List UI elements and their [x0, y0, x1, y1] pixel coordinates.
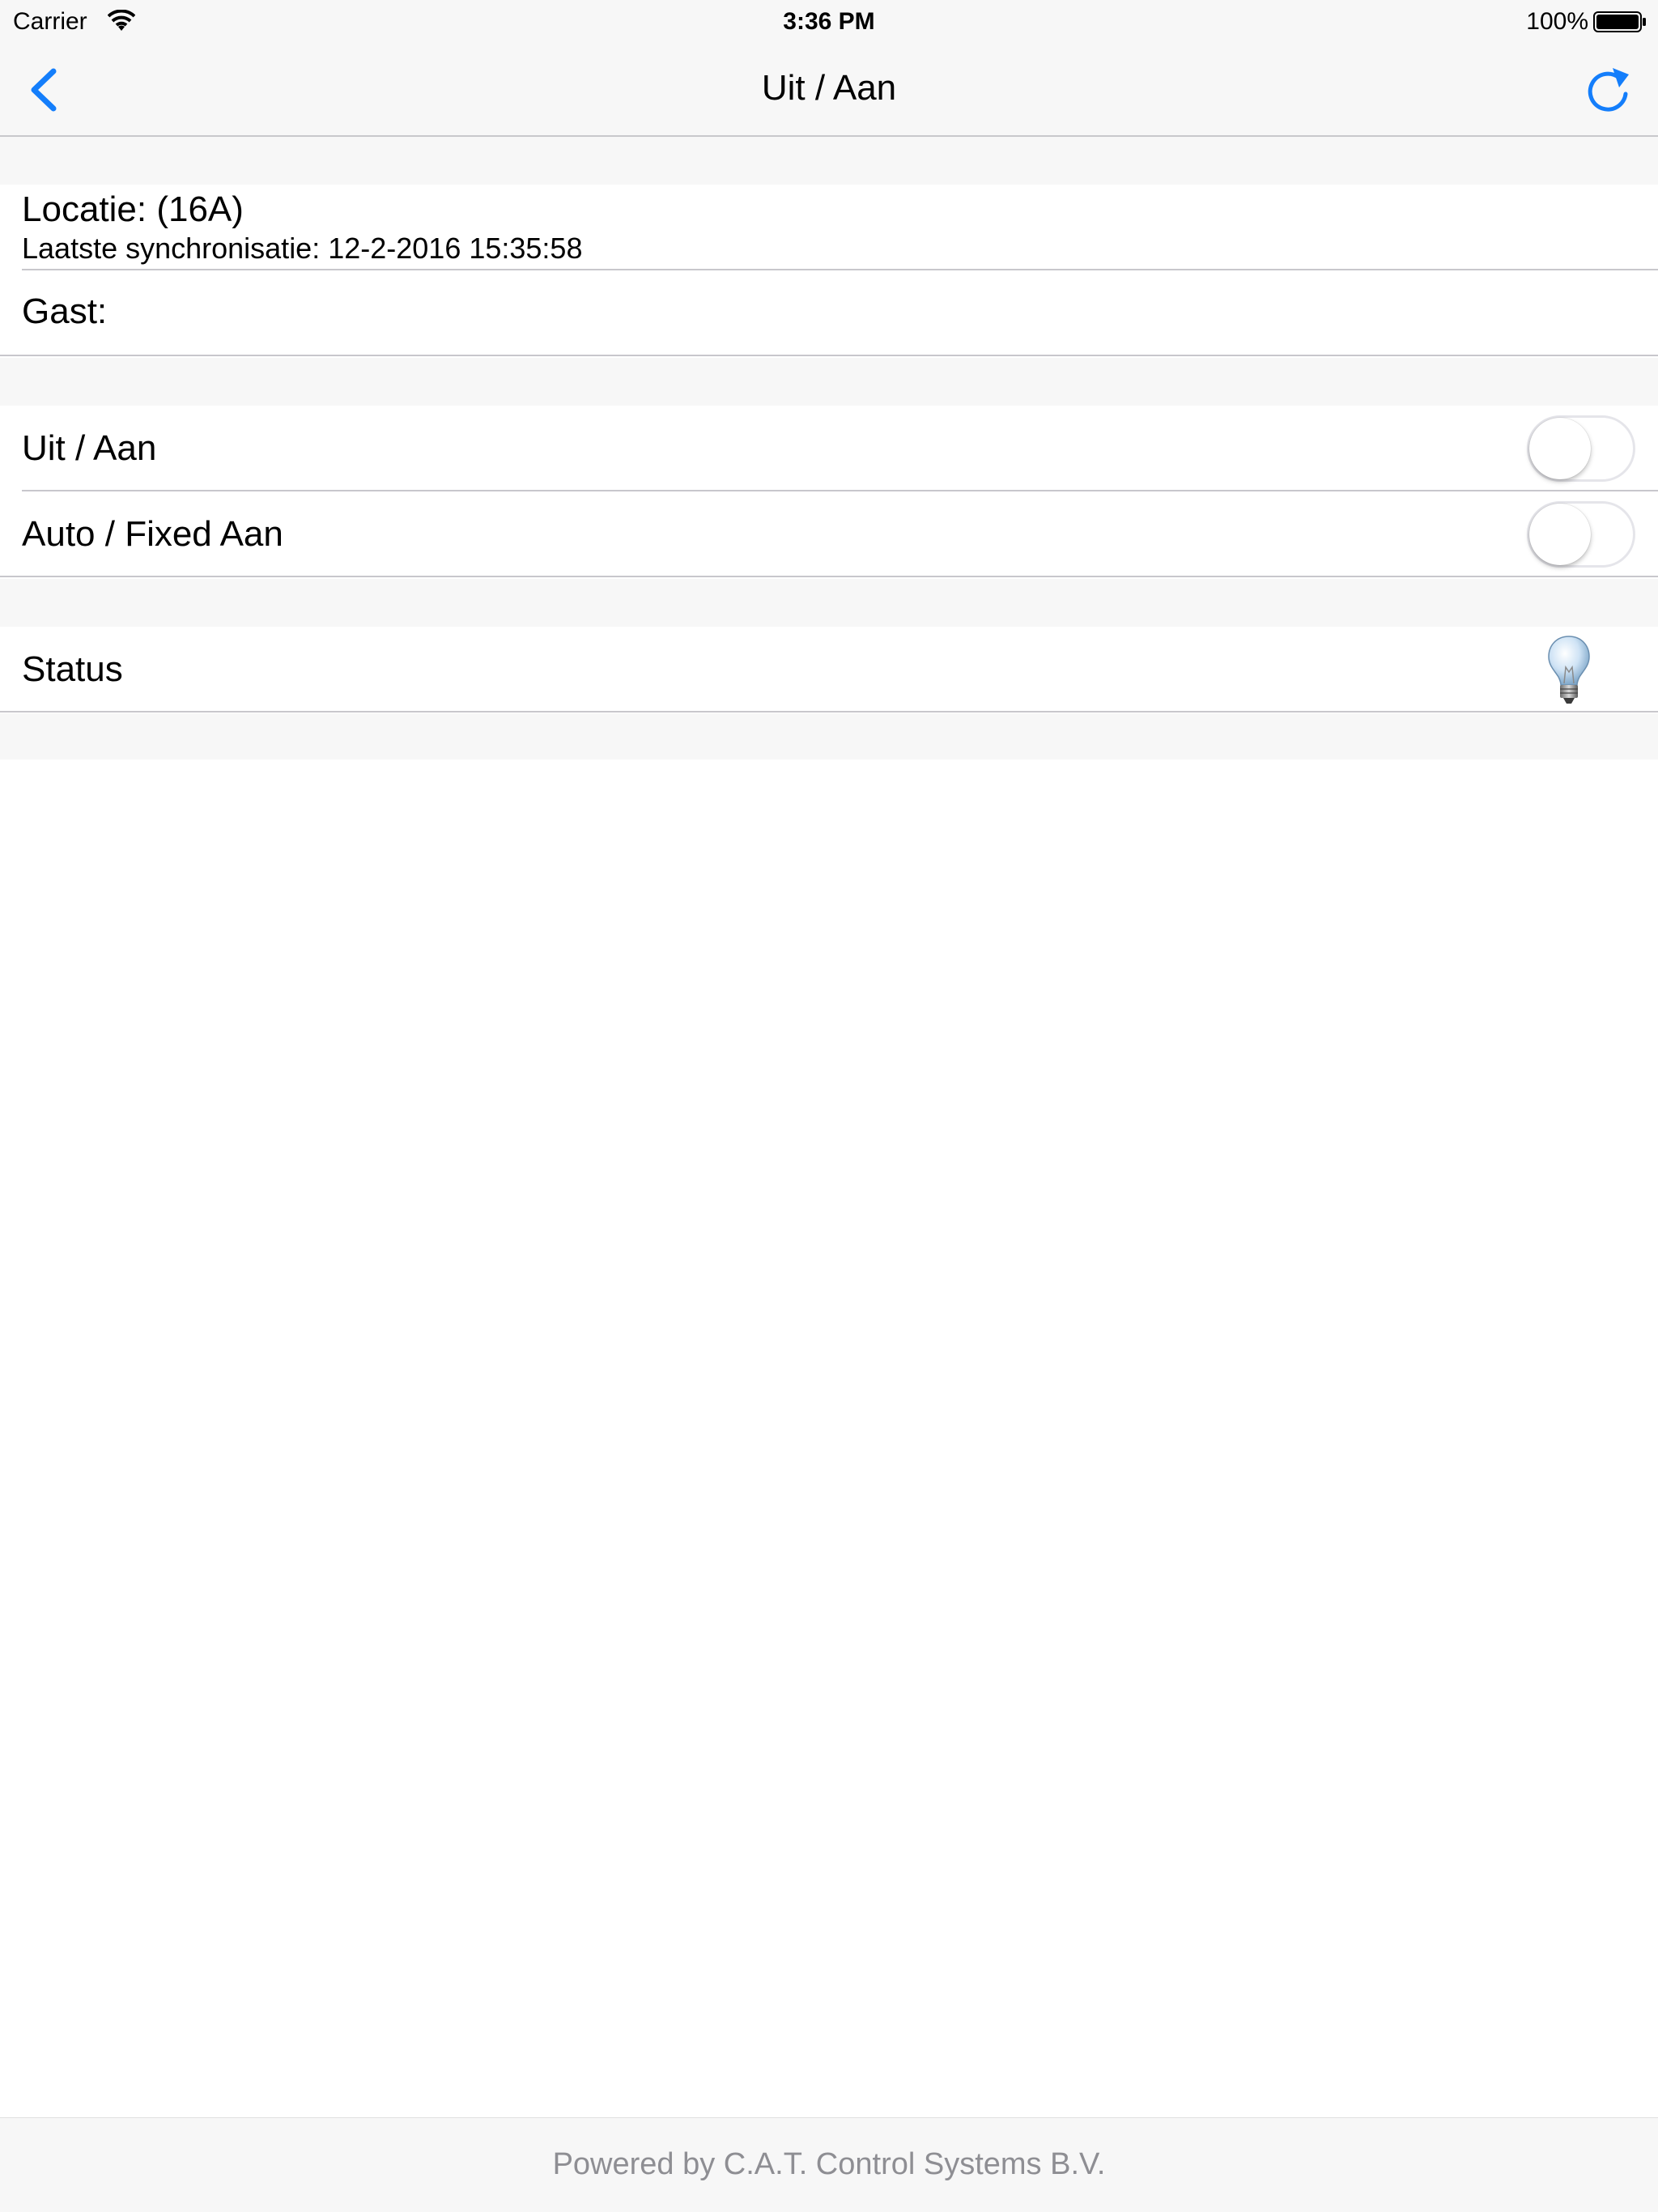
toggle-knob	[1529, 504, 1591, 565]
battery-percentage: 100%	[1526, 8, 1588, 35]
power-toggle-cell: Uit / Aan	[0, 406, 1658, 491]
refresh-icon[interactable]	[1584, 63, 1632, 115]
separator	[0, 711, 1658, 713]
last-sync-text: Laatste synchronisatie: 12-2-2016 15:35:…	[22, 232, 583, 265]
section-gap	[0, 358, 1658, 406]
toggle-knob	[1529, 418, 1591, 479]
status-label: Status	[22, 649, 123, 689]
clock: 3:36 PM	[783, 8, 875, 35]
controls-section: Uit / Aan Auto / Fixed Aan	[0, 406, 1658, 579]
footer-credit: Powered by C.A.T. Control Systems B.V.	[552, 2147, 1106, 2181]
separator	[0, 355, 1658, 356]
auto-fixed-toggle-cell: Auto / Fixed Aan	[0, 491, 1658, 577]
auto-fixed-toggle-label: Auto / Fixed Aan	[22, 514, 283, 554]
auto-fixed-toggle-switch[interactable]	[1527, 501, 1635, 568]
footer: Powered by C.A.T. Control Systems B.V.	[0, 2117, 1658, 2212]
guest-label: Gast:	[22, 291, 108, 331]
status-section: Status	[0, 627, 1658, 713]
guest-cell: Gast:	[0, 270, 1658, 356]
section-gap	[0, 137, 1658, 185]
battery-icon	[1593, 11, 1646, 32]
section-gap	[0, 579, 1658, 627]
status-cell: Status	[0, 627, 1658, 713]
navigation-bar: Uit / Aan	[0, 44, 1658, 137]
lightbulb-icon	[1548, 636, 1590, 704]
separator	[0, 576, 1658, 577]
location-title: Locatie: (16A)	[22, 189, 244, 229]
location-cell: Locatie: (16A) Laatste synchronisatie: 1…	[0, 185, 1658, 270]
power-toggle-switch[interactable]	[1527, 415, 1635, 482]
page-title: Uit / Aan	[761, 68, 897, 108]
screen: Carrier 3:36 PM 100% Uit / Aan Locatie:	[0, 0, 1658, 2212]
status-bar: Carrier 3:36 PM 100%	[0, 0, 1658, 44]
section-gap	[0, 713, 1658, 759]
power-toggle-label: Uit / Aan	[22, 428, 157, 468]
info-section: Locatie: (16A) Laatste synchronisatie: 1…	[0, 185, 1658, 358]
